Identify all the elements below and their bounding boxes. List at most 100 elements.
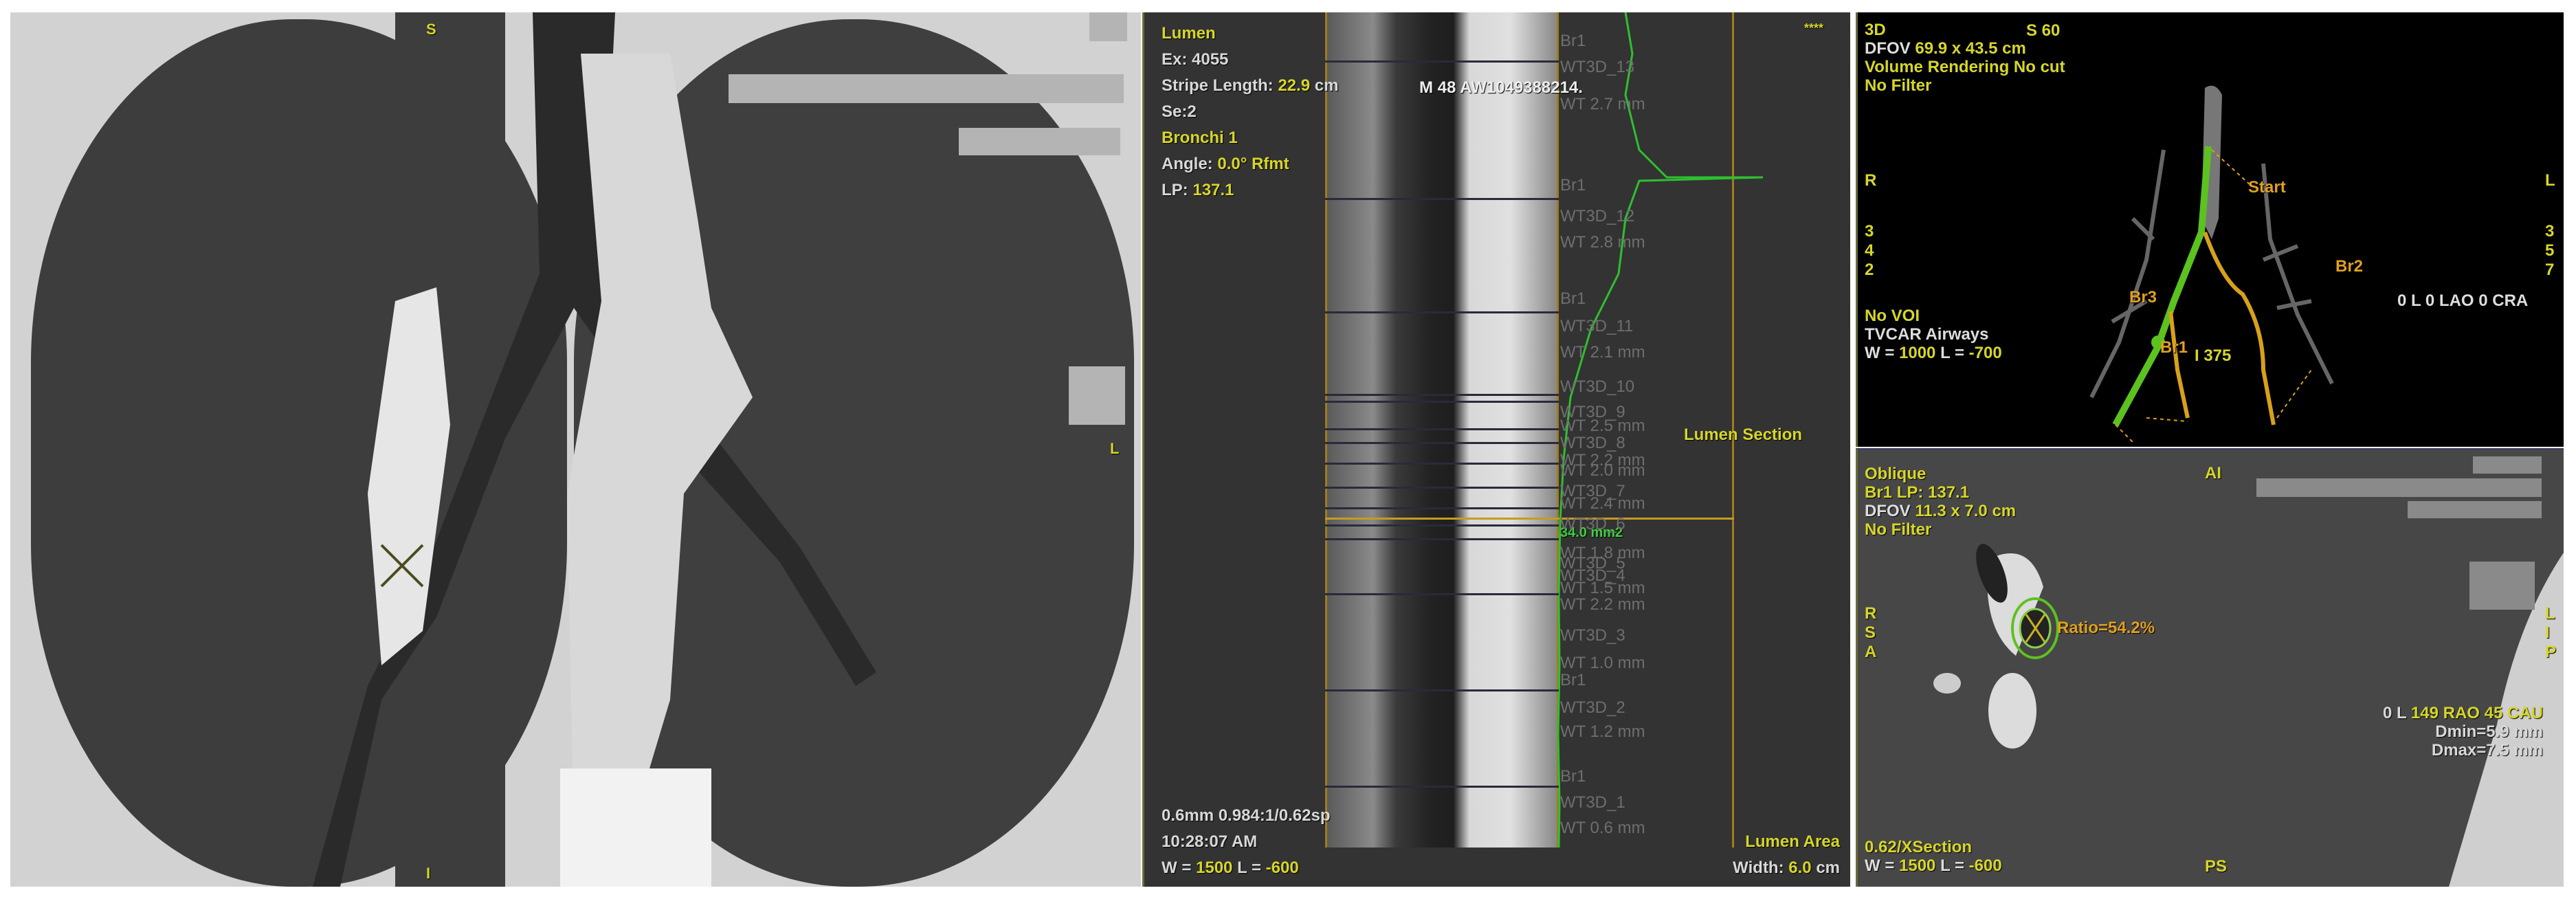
angle-value: 0.0° Rfmt [1217, 155, 1289, 173]
br3-label[interactable]: Br3 [2129, 287, 2157, 308]
wall-thickness-marker: Br1 [1560, 32, 1586, 50]
voi-label: No VOI [1865, 307, 1920, 325]
marker-line [1325, 593, 1559, 595]
wall-thickness-marker: Br1 [1560, 671, 1586, 689]
dfov-value: 69.9 x 43.5 cm [1915, 39, 2026, 58]
wall-thickness-marker: Br1 [1560, 289, 1586, 308]
coronal-view[interactable]: S L I [10, 12, 1141, 887]
lumen-view[interactable]: Lumen Ex: 4055 Stripe Length: 22.9 cm Se… [1142, 12, 1850, 887]
marker-line [1325, 786, 1559, 788]
stripe-length-label: Stripe Length: [1162, 76, 1274, 95]
dmin-value: Dmin=5.9 mm [2435, 722, 2543, 741]
bronchi-label: Bronchi 1 [1162, 129, 1238, 147]
redaction-bar [2408, 501, 2542, 518]
orientation-letter: S [1865, 623, 1876, 642]
wall-thickness-marker: Br1 [1560, 176, 1586, 195]
orientation-top: S [426, 21, 436, 38]
orientation-letter: L [2545, 604, 2555, 623]
angle-label: Angle: [1162, 155, 1213, 173]
marker-line [1325, 442, 1559, 444]
redaction-bar [2473, 456, 2542, 474]
level-value: -600 [1968, 856, 2002, 875]
redaction-bar [959, 128, 1120, 155]
wall-thickness-marker: WT3D_13 [1560, 58, 1635, 76]
marker-line [1325, 311, 1559, 313]
orientation-top: S 60 [2026, 21, 2061, 40]
marker-line [1325, 198, 1559, 200]
slice-info: 0.6mm 0.984:1/0.62sp [1162, 806, 1331, 825]
marker-line [1325, 524, 1559, 527]
wall-thickness-marker: WT 1.2 mm [1560, 722, 1645, 741]
exam-number: Ex: 4055 [1162, 50, 1229, 69]
ratio-label: Ratio=54.2% [2057, 619, 2155, 637]
scale-number: 3 [2545, 222, 2555, 241]
wall-thickness-marker: WT 2.0 mm [1560, 461, 1645, 480]
width-label: Width: [1733, 859, 1784, 877]
view-title: Oblique [1865, 465, 1927, 483]
br2-label[interactable]: Br2 [2335, 256, 2363, 277]
lp-value: 137.1 [1192, 181, 1234, 199]
render-mode: Volume Rendering No cut [1865, 58, 2065, 76]
orientation-right: LIP [2545, 604, 2556, 662]
dfov-label: DFOV [1865, 39, 1911, 58]
redaction-bar [2256, 478, 2542, 497]
stars-indicator: **** [1804, 21, 1824, 35]
scale-number: 7 [2545, 261, 2555, 279]
wall-thickness-marker: WT3D_2 [1560, 698, 1625, 717]
timestamp: 10:28:07 AM [1162, 832, 1258, 851]
wall-thickness-marker: WT3D_10 [1560, 377, 1635, 396]
wall-thickness-marker: WT 2.8 mm [1560, 233, 1645, 252]
level-value: -700 [1968, 344, 2002, 362]
br1-label[interactable]: Br1 [2160, 337, 2188, 358]
view-angles: 0 L 0 LAO 0 CRA [2397, 291, 2529, 310]
level-label: L = [1940, 344, 1964, 362]
filter-label: No Filter [1865, 76, 1932, 95]
oblique-view[interactable]: Oblique Br1 LP: 137.1 DFOV 11.3 x 7.0 cm… [1856, 448, 2564, 887]
orientation-bottom: I 375 [2195, 346, 2232, 365]
orientation-letter: R [1865, 604, 1877, 623]
stripe-length-value: 22.9 [1278, 76, 1311, 95]
level-label: L = [1940, 856, 1964, 875]
wall-thickness-marker: Br1 [1560, 767, 1586, 786]
3d-footer: No VOI TVCAR Airways W = 1000 L = -700 [1865, 307, 2002, 362]
marker-line [1325, 507, 1559, 509]
marker-line [1325, 538, 1559, 540]
wall-thickness-marker: WT 2.5 mm [1560, 417, 1645, 435]
orientation-right: L [2545, 171, 2555, 190]
wall-thickness-marker: WT 2.7 mm [1560, 95, 1645, 113]
wall-thickness-marker: WT 0.6 mm [1560, 819, 1645, 837]
wall-thickness-marker: WT3D_6 [1560, 515, 1625, 533]
3d-view[interactable]: 3D DFOV 69.9 x 43.5 cm Volume Rendering … [1856, 12, 2564, 447]
protocol-label: TVCAR Airways [1865, 325, 1989, 344]
filter-label: No Filter [1865, 520, 1932, 539]
marker-line [1325, 401, 1559, 403]
start-marker-label[interactable]: Start [2248, 177, 2286, 198]
oblique-measurements: 0 L 149 RAO 45 CAU Dmin=5.9 mm Dmax=7.5 … [2383, 704, 2543, 760]
patient-id: M 48 AW1049388214. [1419, 78, 1583, 97]
wall-thickness-marker: WT3D_8 [1560, 434, 1625, 452]
scale-number: 3 [1865, 222, 1874, 241]
wall-thickness-marker: WT 2.1 mm [1560, 343, 1645, 362]
redaction-bar [2469, 562, 2535, 610]
view-title: Lumen [1162, 24, 1216, 43]
wall-thickness-marker: WT 1.0 mm [1560, 654, 1645, 672]
redaction-bar [1089, 12, 1127, 41]
marker-line [1325, 689, 1559, 691]
wall-thickness-marker: WT 2.2 mm [1560, 595, 1645, 614]
level-value: -600 [1265, 859, 1299, 877]
redaction-bar [1069, 366, 1125, 425]
dfov-value: 11.3 x 7.0 cm [1915, 502, 2017, 520]
wall-thickness-marker: WT 2.4 mm [1560, 494, 1645, 513]
wall-thickness-marker: WT3D_12 [1560, 207, 1635, 225]
window-label: W = [1865, 344, 1895, 362]
view-angles: 149 RAO 45 CAU [2410, 704, 2543, 722]
section-label: 0.62/XSection [1865, 838, 1973, 856]
lp-label: LP: [1162, 181, 1188, 199]
window-value: 1500 [1899, 856, 1936, 875]
width-value: 6.0 [1788, 859, 1812, 877]
marker-line [1325, 487, 1559, 489]
window-label: W = [1865, 856, 1895, 875]
lumen-section-label: Lumen Section [1684, 425, 1803, 444]
orientation-top: AI [2205, 464, 2221, 483]
orientation-left: R [1865, 171, 1877, 190]
